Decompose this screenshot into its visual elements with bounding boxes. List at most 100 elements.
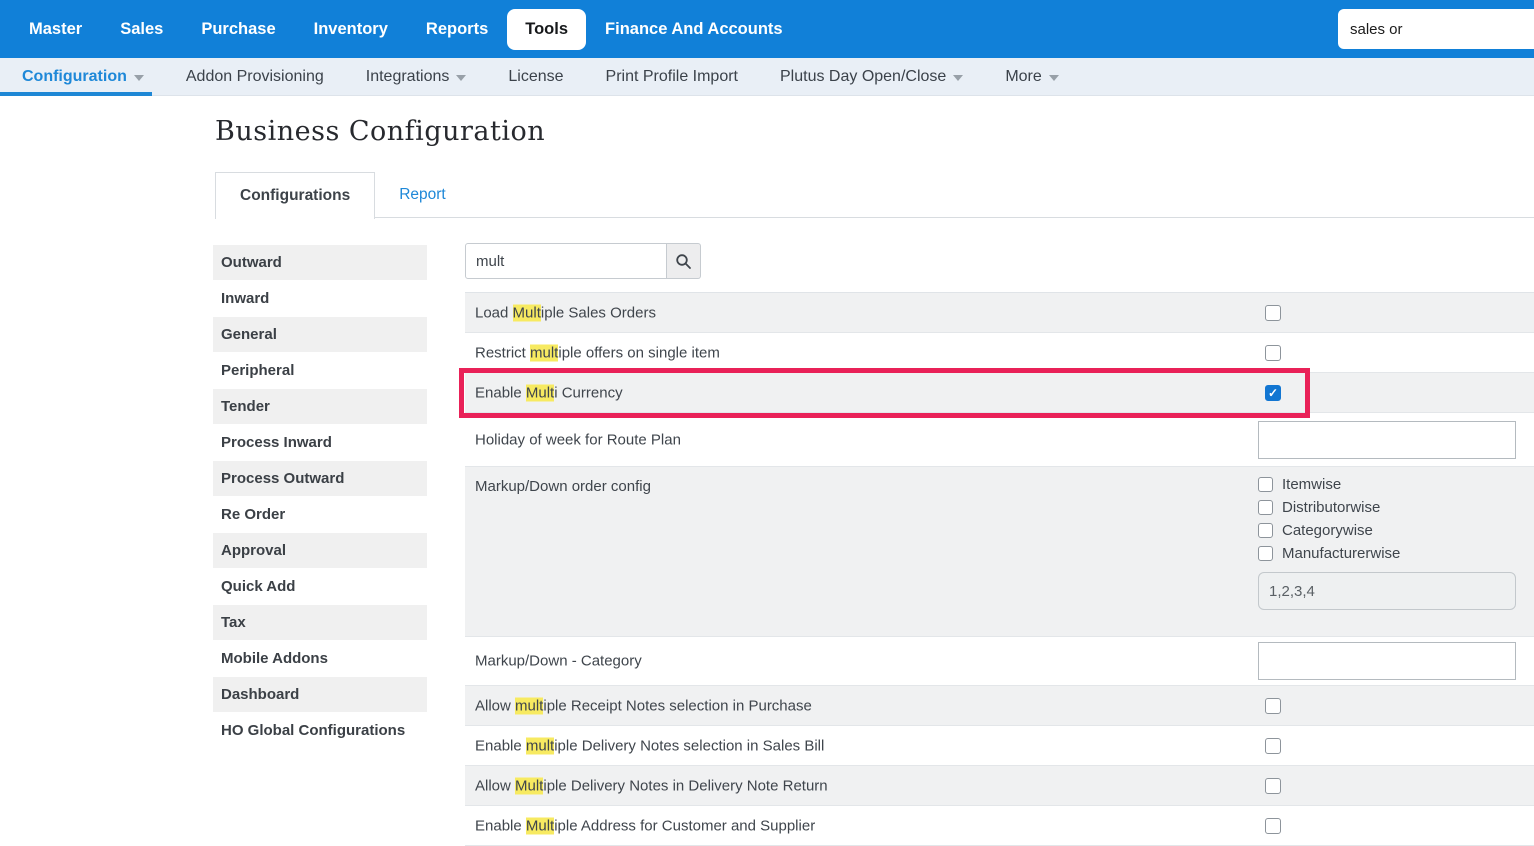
option-categorywise[interactable]: Categorywise <box>1258 522 1516 539</box>
config-row-label: Enable multiple Delivery Notes selection… <box>475 737 824 754</box>
config-row-enable-multi-currency: Enable Multi Currency ✓ <box>465 373 1534 413</box>
top-nav-item-tools[interactable]: Tools <box>507 9 586 50</box>
config-row-label: Allow multiple Receipt Notes selection i… <box>475 697 812 714</box>
row-checkbox[interactable] <box>1265 778 1281 794</box>
search-highlight: mult <box>515 697 543 714</box>
sidebar-item-process-inward[interactable]: Process Inward <box>213 425 427 460</box>
sidebar-item-outward[interactable]: Outward <box>213 245 427 280</box>
search-highlight: mult <box>530 344 558 361</box>
sub-nav-item-configuration[interactable]: Configuration <box>1 58 165 95</box>
sidebar-item-dashboard[interactable]: Dashboard <box>213 677 427 712</box>
row-text-input[interactable] <box>1258 421 1516 459</box>
option-label: Categorywise <box>1282 522 1373 539</box>
page-title: Business Configuration <box>215 116 545 147</box>
chevron-down-icon <box>953 75 963 81</box>
config-row-label: Enable Multiple Address for Customer and… <box>475 817 815 834</box>
row-checkbox[interactable] <box>1265 305 1281 321</box>
sidebar-item-re-order[interactable]: Re Order <box>213 497 427 532</box>
sub-navigation-bar: Configuration Addon Provisioning Integrati… <box>0 58 1534 96</box>
sidebar-item-ho-global-configurations[interactable]: HO Global Configurations <box>213 713 427 748</box>
config-row-label: Markup/Down - Category <box>475 653 642 670</box>
config-row-label: Enable Multi Currency <box>475 384 623 401</box>
top-nav-item-sales[interactable]: Sales <box>101 10 182 49</box>
config-row-enable-multiple-delivery-notes-selection-in-sales-bill: Enable multiple Delivery Notes selection… <box>465 726 1534 766</box>
sub-nav-items: Configuration Addon Provisioning Integrati… <box>1 58 1080 95</box>
top-nav-item-purchase[interactable]: Purchase <box>182 10 294 49</box>
markup-order-input[interactable] <box>1258 572 1516 610</box>
top-navigation-bar: MasterSalesPurchaseInventoryReportsTools… <box>0 0 1534 58</box>
config-row-label: Load Multiple Sales Orders <box>475 304 656 321</box>
config-search-button[interactable] <box>667 243 701 279</box>
tab-report[interactable]: Report <box>375 172 470 217</box>
sub-nav-item-label: Integrations <box>366 68 450 86</box>
row-text-input[interactable] <box>1258 642 1516 680</box>
sub-nav-item-integrations[interactable]: Integrations <box>345 58 488 95</box>
tab-configurations[interactable]: Configurations <box>215 172 375 219</box>
option-itemwise[interactable]: Itemwise <box>1258 476 1516 493</box>
sub-nav-item-label: Print Profile Import <box>606 68 738 86</box>
top-nav-item-inventory[interactable]: Inventory <box>295 10 407 49</box>
search-highlight: Mult <box>513 304 541 321</box>
option-label: Distributorwise <box>1282 499 1380 516</box>
config-search-input[interactable] <box>465 243 667 279</box>
sub-nav-item-print-profile-import[interactable]: Print Profile Import <box>585 58 759 95</box>
sub-nav-item-more[interactable]: More <box>984 58 1079 95</box>
search-highlight: Mult <box>526 817 554 834</box>
option-distributorwise[interactable]: Distributorwise <box>1258 499 1516 516</box>
option-checkbox[interactable] <box>1258 523 1273 538</box>
chevron-down-icon <box>134 75 144 81</box>
sub-nav-item-label: Addon Provisioning <box>186 68 324 86</box>
top-nav-item-reports[interactable]: Reports <box>407 10 507 49</box>
top-nav-item-finance-and-accounts[interactable]: Finance And Accounts <box>586 10 802 49</box>
sidebar-item-tax[interactable]: Tax <box>213 605 427 640</box>
active-subnav-underline <box>0 92 152 96</box>
sub-nav-item-label: Plutus Day Open/Close <box>780 68 946 86</box>
option-checkbox[interactable] <box>1258 546 1273 561</box>
row-checkbox[interactable] <box>1265 818 1281 834</box>
row-checkbox[interactable] <box>1265 698 1281 714</box>
sidebar-item-inward[interactable]: Inward <box>213 281 427 316</box>
config-row-load-multiple-sales-orders: Load Multiple Sales Orders <box>465 293 1534 333</box>
configuration-table: Load Multiple Sales Orders Restrict multi… <box>465 292 1534 846</box>
sub-nav-item-label: More <box>1005 68 1041 86</box>
option-checkbox[interactable] <box>1258 477 1273 492</box>
chevron-down-icon <box>1049 75 1059 81</box>
sidebar-item-process-outward[interactable]: Process Outward <box>213 461 427 496</box>
search-highlight: mult <box>526 737 554 754</box>
top-nav-item-master[interactable]: Master <box>10 10 101 49</box>
config-row-markup-down-order-config: Markup/Down order config Itemwise Distribu… <box>465 467 1534 637</box>
sidebar-item-peripheral[interactable]: Peripheral <box>213 353 427 388</box>
row-checkbox[interactable]: ✓ <box>1265 385 1281 401</box>
config-row-label: Markup/Down order config <box>475 478 651 495</box>
option-manufacturerwise[interactable]: Manufacturerwise <box>1258 545 1516 562</box>
option-checkbox[interactable] <box>1258 500 1273 515</box>
sub-nav-item-label: Configuration <box>22 68 127 86</box>
markup-config-group: Itemwise Distributorwise Categorywise Manuf… <box>1258 476 1516 610</box>
option-label: Itemwise <box>1282 476 1341 493</box>
global-search-input[interactable] <box>1338 9 1534 49</box>
config-row-label: Restrict multiple offers on single item <box>475 344 720 361</box>
config-search <box>465 243 701 279</box>
search-highlight: Mult <box>515 777 543 794</box>
search-icon <box>675 253 692 270</box>
sidebar-item-quick-add[interactable]: Quick Add <box>213 569 427 604</box>
config-row-label: Holiday of week for Route Plan <box>475 431 681 448</box>
option-label: Manufacturerwise <box>1282 545 1400 562</box>
sub-nav-item-license[interactable]: License <box>487 58 584 95</box>
config-row-markup-down-category: Markup/Down - Category <box>465 637 1534 686</box>
sidebar-item-mobile-addons[interactable]: Mobile Addons <box>213 641 427 676</box>
configuration-category-sidebar: OutwardInwardGeneralPeripheralTenderProc… <box>213 245 427 749</box>
config-row-allow-multiple-delivery-notes-in-delivery-note-return: Allow Multiple Delivery Notes in Deliver… <box>465 766 1534 806</box>
tab-bar: Configurations Report <box>215 172 1534 218</box>
row-checkbox[interactable] <box>1265 738 1281 754</box>
sidebar-item-tender[interactable]: Tender <box>213 389 427 424</box>
row-checkbox[interactable] <box>1265 345 1281 361</box>
sub-nav-item-addon-provisioning[interactable]: Addon Provisioning <box>165 58 345 95</box>
top-nav-items: MasterSalesPurchaseInventoryReportsTools… <box>10 9 802 50</box>
sidebar-item-general[interactable]: General <box>213 317 427 352</box>
config-row-allow-multiple-receipt-notes-selection-in-purchase: Allow multiple Receipt Notes selection i… <box>465 686 1534 726</box>
chevron-down-icon <box>456 75 466 81</box>
sub-nav-item-plutus-day-open-close[interactable]: Plutus Day Open/Close <box>759 58 984 95</box>
sidebar-item-approval[interactable]: Approval <box>213 533 427 568</box>
config-row-holiday-of-week-for-route-plan: Holiday of week for Route Plan <box>465 413 1534 467</box>
